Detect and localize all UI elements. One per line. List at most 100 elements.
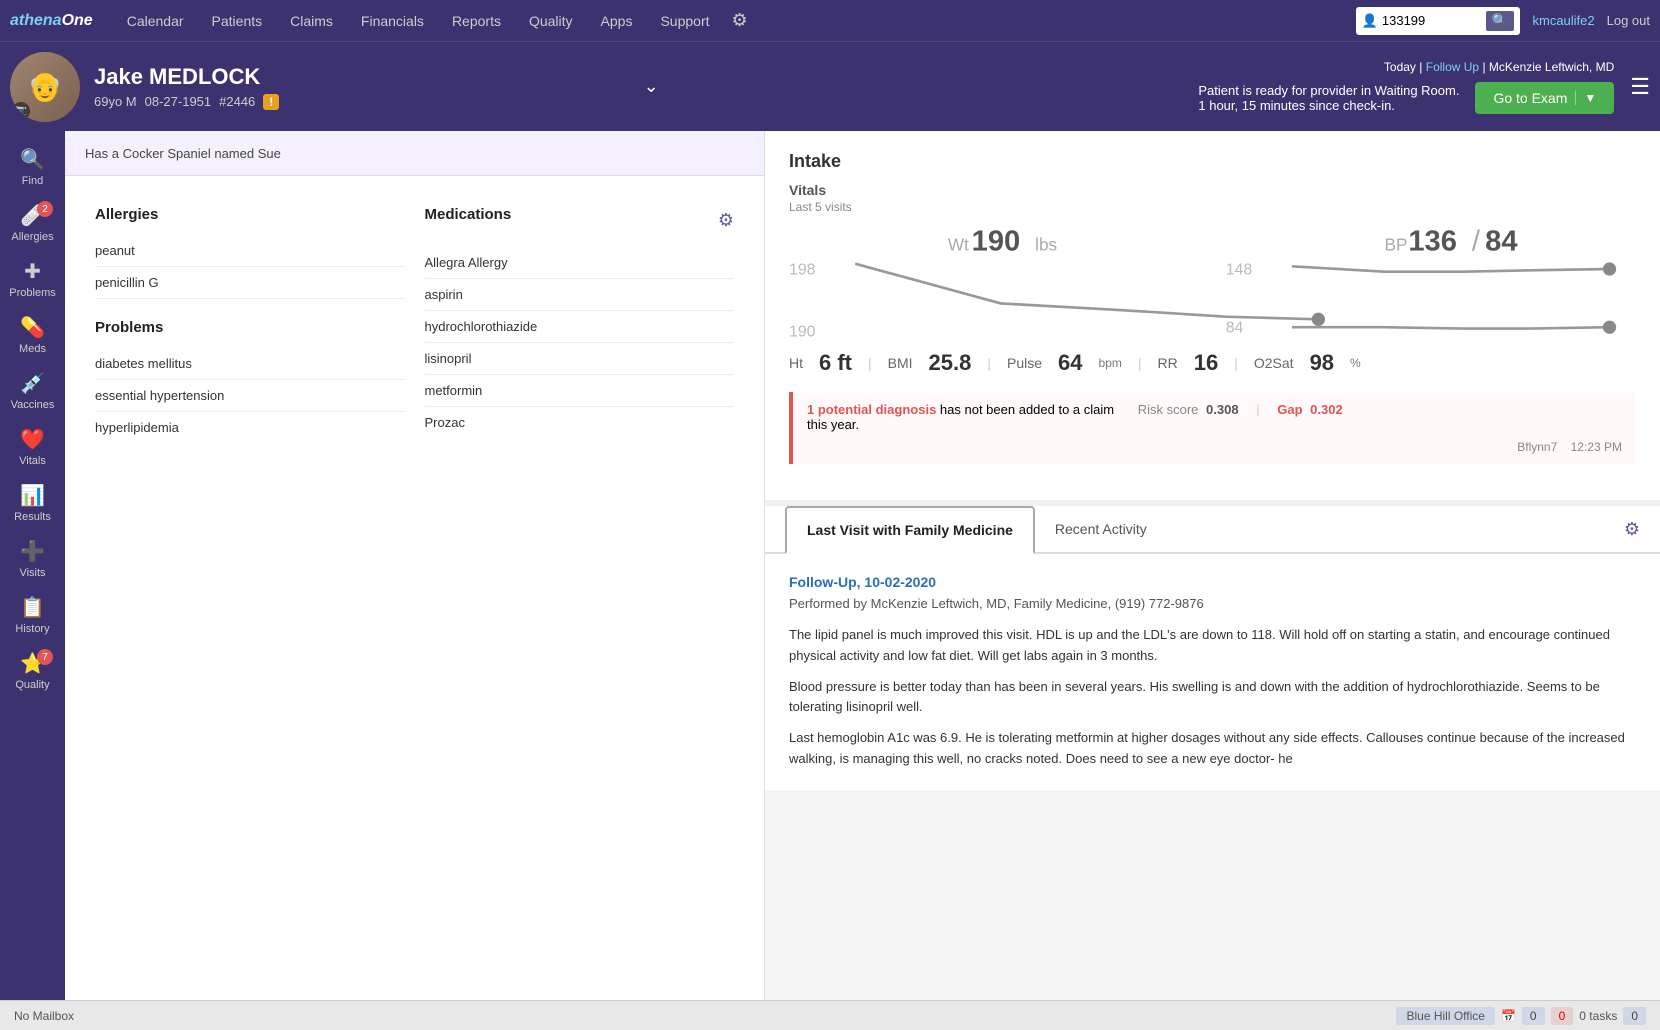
alert-badge[interactable]: ! [263,94,279,110]
patient-avatar[interactable]: 👴 📷 [10,52,80,122]
summary-grid: Allergies peanut penicillin G Problems d… [65,176,764,473]
svg-text:/: / [1472,225,1481,257]
visits-icon: ➕ [20,539,45,564]
svg-text:190: 190 [789,323,816,340]
problem-item-hypertension: essential hypertension [95,380,405,412]
counter-2[interactable]: 0 [1551,1007,1574,1025]
patient-dob: 08-27-1951 [145,94,212,109]
visit-note-2: Blood pressure is better today than has … [789,677,1636,719]
intake-card: Intake Vitals Last 5 visits Wt 190 lbs B… [765,131,1660,506]
vitals-subtitle: Last 5 visits [789,200,1636,214]
medications-header: Medications ⚙ [425,206,735,235]
calendar-icon[interactable]: 📅 [1501,1009,1516,1023]
visit-note-3: Last hemoglobin A1c was 6.9. He is toler… [789,728,1636,770]
sidebar-label-vitals: Vitals [19,455,46,467]
medications-gear-icon[interactable]: ⚙ [718,210,734,231]
app-logo[interactable]: athenaOne [10,12,93,30]
right-panel: Intake Vitals Last 5 visits Wt 190 lbs B… [765,131,1660,1000]
sidebar-item-find[interactable]: 🔍 Find [0,139,65,195]
nav-claims[interactable]: Claims [276,0,347,41]
tab-recent-activity[interactable]: Recent Activity [1035,507,1167,554]
history-icon: 📋 [20,595,45,620]
search-input[interactable]: 133199 [1382,13,1482,28]
visit-note-1: The lipid panel is much improved this vi… [789,625,1636,667]
svg-text:BP: BP [1385,234,1408,254]
allergies-section: Allergies peanut penicillin G Problems d… [85,196,415,453]
problem-item-diabetes: diabetes mellitus [95,348,405,380]
hamburger-menu[interactable]: ☰ [1630,74,1650,100]
user-menu[interactable]: kmcaulife2 [1532,13,1594,28]
svg-text:lbs: lbs [1035,234,1057,254]
sidebar-item-vaccines[interactable]: 💉 Vaccines [0,363,65,419]
nav-calendar[interactable]: Calendar [113,0,198,41]
allergies-title: Allergies [95,206,405,223]
allergies-badge: 2 [37,201,53,217]
potential-diagnosis-link[interactable]: 1 potential diagnosis [807,402,936,417]
logout-button[interactable]: Log out [1607,13,1650,28]
med-item-allegra: Allegra Allergy [425,247,735,279]
sidebar-label-results: Results [14,511,51,523]
person-icon: 👤 [1362,13,1378,29]
problems-icon: ✚ [24,259,41,284]
counter-1[interactable]: 0 [1522,1007,1545,1025]
status-bar-right: Blue Hill Office 📅 0 0 0 tasks 0 [1396,1007,1646,1025]
go-to-exam-button[interactable]: Go to Exam ▼ [1475,82,1614,114]
vitals-section-title: Vitals [789,182,1636,198]
last-visit-section: Last Visit with Family Medicine Recent A… [765,506,1660,790]
tabs-header: Last Visit with Family Medicine Recent A… [765,506,1660,554]
sidebar-label-find: Find [22,175,43,187]
sidebar-item-vitals[interactable]: ❤️ Vitals [0,419,65,475]
follow-up-link[interactable]: Follow Up [1426,60,1479,74]
alert-user: Bflynn7 [1517,440,1557,454]
waiting-message: Patient is ready for provider in Waiting… [1198,83,1459,113]
tabs-gear-icon[interactable]: ⚙ [1624,519,1640,540]
problems-title: Problems [95,319,405,336]
sidebar-item-quality[interactable]: ⭐ Quality 7 [0,643,65,699]
collapse-button[interactable]: ⌄ [644,76,659,97]
tab-last-visit[interactable]: Last Visit with Family Medicine [785,506,1035,554]
sidebar-item-problems[interactable]: ✚ Problems [0,251,65,307]
nav-quality[interactable]: Quality [515,0,587,41]
camera-icon[interactable]: 📷 [12,102,30,120]
svg-text:148: 148 [1226,261,1253,278]
svg-text:136: 136 [1408,225,1457,257]
alert-text-1: has not been added to a claim [940,402,1114,417]
today-label: Today [1384,60,1416,74]
nav-reports[interactable]: Reports [438,0,515,41]
left-sidebar: 🔍 Find 🩹 Allergies 2 ✚ Problems 💊 Meds 💉… [0,131,65,1000]
visit-title[interactable]: Follow-Up, 10-02-2020 [789,574,1636,590]
medications-title: Medications [425,206,512,223]
meds-icon: 💊 [20,315,45,340]
patient-details: 69yo M 08-27-1951 #2446 ! [94,94,634,110]
counter-3[interactable]: 0 [1623,1007,1646,1025]
vaccines-icon: 💉 [20,371,45,396]
nav-support[interactable]: Support [646,0,723,41]
allergy-item-penicillin: penicillin G [95,267,405,299]
provider-name: McKenzie Leftwich, MD [1489,60,1614,74]
office-name[interactable]: Blue Hill Office [1396,1007,1494,1025]
sidebar-item-allergies[interactable]: 🩹 Allergies 2 [0,195,65,251]
search-button[interactable]: 🔍 [1486,11,1515,31]
left-panel: Has a Cocker Spaniel named Sue Allergies… [65,131,765,1000]
top-nav: athenaOne Calendar Patients Claims Finan… [0,0,1660,41]
sidebar-item-history[interactable]: 📋 History [0,587,65,643]
sidebar-label-quality: Quality [15,679,49,691]
tab-content: Follow-Up, 10-02-2020 Performed by McKen… [765,554,1660,790]
vitals-chart: Wt 190 lbs BP 136 / 84 198 190 148 84 [789,224,1636,334]
sidebar-label-history: History [15,623,49,635]
nav-patients[interactable]: Patients [198,0,277,41]
medications-section: Medications ⚙ Allegra Allergy aspirin hy… [415,196,745,453]
svg-text:190: 190 [972,225,1021,257]
nav-financials[interactable]: Financials [347,0,438,41]
alert-time: 12:23 PM [1571,440,1622,454]
sidebar-label-meds: Meds [19,343,46,355]
sidebar-item-visits[interactable]: ➕ Visits [0,531,65,587]
med-item-aspirin: aspirin [425,279,735,311]
settings-icon[interactable]: ⚙ [732,10,748,31]
nav-apps[interactable]: Apps [587,0,647,41]
main-layout: 🔍 Find 🩹 Allergies 2 ✚ Problems 💊 Meds 💉… [0,131,1660,1000]
content-area: Has a Cocker Spaniel named Sue Allergies… [65,131,1660,1000]
sidebar-item-meds[interactable]: 💊 Meds [0,307,65,363]
right-header: Today | Follow Up | McKenzie Leftwich, M… [1198,60,1614,114]
sidebar-item-results[interactable]: 📊 Results [0,475,65,531]
